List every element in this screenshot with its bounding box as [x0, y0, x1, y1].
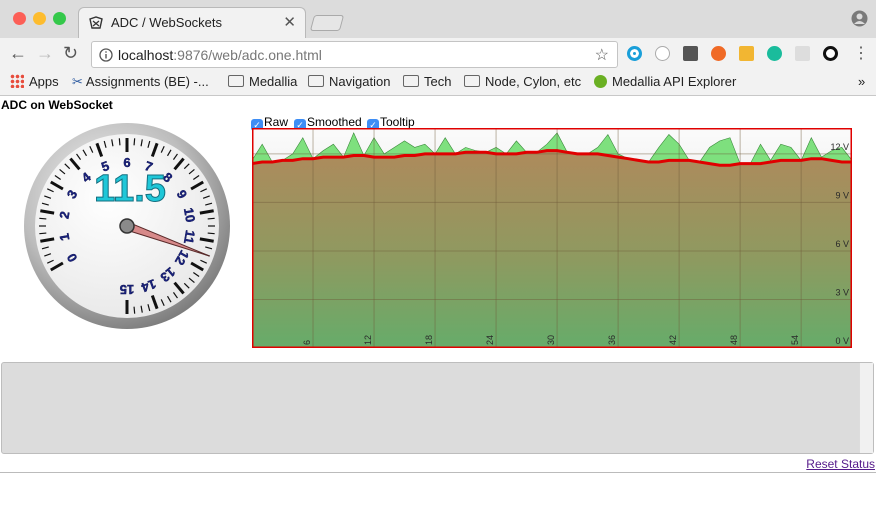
- minimize-window-button[interactable]: [33, 12, 46, 25]
- gauge-tick: [118, 138, 121, 146]
- voltage-chart[interactable]: 0 V 3 V 6 V 9 V 12 V 6 12 18 24 30 36 42 48 54: [252, 128, 852, 348]
- gauge-tick: [207, 232, 215, 235]
- extension-icon-2[interactable]: [655, 46, 670, 61]
- bookmark-medallia-api[interactable]: Medallia API Explorer: [594, 74, 736, 89]
- gauge-tick: [207, 217, 215, 220]
- tab-title: ADC / WebSockets: [111, 15, 223, 30]
- bookmarks-overflow-button[interactable]: »: [858, 74, 865, 89]
- folder-icon: [464, 75, 480, 87]
- page-title: ADC on WebSocket: [1, 98, 113, 112]
- reload-button[interactable]: ↻: [63, 43, 78, 64]
- gauge-tick-label: 11: [181, 229, 198, 245]
- smoothed-series-area: [252, 150, 852, 348]
- info-icon[interactable]: [99, 48, 113, 62]
- bookmark-tech[interactable]: Tech: [403, 74, 451, 89]
- status-panel-scrollbar[interactable]: [859, 363, 873, 453]
- y-axis-label: 12 V: [830, 142, 849, 152]
- y-axis-label: 0 V: [835, 336, 849, 346]
- tab-favicon-icon: [89, 16, 103, 29]
- folder-icon: [228, 75, 244, 87]
- x-axis-label: 12: [363, 335, 373, 345]
- x-axis-label: 36: [607, 335, 617, 345]
- gauge-value-readout: 11.5: [94, 168, 166, 210]
- extension-icon-7[interactable]: [795, 46, 810, 61]
- address-bar[interactable]: localhost:9876/web/adc.one.html ☆: [91, 41, 618, 68]
- extension-icon-8[interactable]: [823, 46, 838, 61]
- voltage-gauge: 012345 6 789101112131415 11.5: [24, 123, 230, 329]
- bookmarks-bar: Apps ✂ Assignments (BE) -... Medallia Nav…: [0, 70, 876, 96]
- bookmark-assignments[interactable]: ✂ Assignments (BE) -...: [72, 74, 209, 90]
- forward-button[interactable]: →: [36, 43, 54, 64]
- folder-icon: [403, 75, 419, 87]
- bookmark-node-cylon[interactable]: Node, Cylon, etc: [464, 74, 581, 89]
- x-axis-label: 6: [302, 340, 312, 345]
- browser-tab[interactable]: ADC / WebSockets ✕: [78, 7, 306, 38]
- new-tab-button[interactable]: [309, 15, 345, 31]
- x-axis-label: 54: [790, 335, 800, 345]
- scissors-icon: ✂: [72, 74, 83, 89]
- extension-icon-3[interactable]: [683, 46, 698, 61]
- gauge-tick: [39, 217, 47, 220]
- apps-grid-icon: [10, 74, 24, 88]
- extension-icon-6[interactable]: [767, 46, 782, 61]
- x-axis-label: 30: [546, 335, 556, 345]
- bookmark-medallia[interactable]: Medallia: [228, 74, 297, 89]
- bookmark-apps[interactable]: Apps: [10, 74, 59, 89]
- y-axis-label: 9 V: [835, 190, 849, 200]
- gauge-tick: [133, 306, 136, 314]
- y-axis-label: 3 V: [835, 287, 849, 297]
- maximize-window-button[interactable]: [53, 12, 66, 25]
- close-window-button[interactable]: [13, 12, 26, 25]
- browser-toolbar: ← → ↻ localhost:9876/web/adc.one.html ☆ …: [0, 38, 876, 70]
- tab-close-icon[interactable]: ✕: [283, 13, 296, 31]
- bookmark-navigation[interactable]: Navigation: [308, 74, 390, 89]
- profile-icon[interactable]: [851, 10, 868, 27]
- x-axis-label: 48: [729, 335, 739, 345]
- gauge-tick: [133, 138, 136, 146]
- extension-icon-4[interactable]: [711, 46, 726, 61]
- extension-icon-1[interactable]: [627, 46, 642, 61]
- x-axis-label: 42: [668, 335, 678, 345]
- reset-status-link[interactable]: Reset Status: [806, 457, 875, 471]
- y-axis-label: 6 V: [835, 239, 849, 249]
- x-axis-label: 24: [485, 335, 495, 345]
- url-text: localhost:9876/web/adc.one.html: [118, 47, 322, 63]
- gauge-tick-label: 10: [181, 207, 198, 224]
- api-explorer-icon: [594, 75, 607, 88]
- gauge-tick-label: 15: [120, 282, 134, 297]
- gauge-tick: [39, 232, 47, 235]
- menu-icon[interactable]: ⋮: [853, 43, 869, 63]
- browser-titlebar: ADC / WebSockets ✕: [0, 0, 876, 38]
- folder-icon: [308, 75, 324, 87]
- extension-icon-5[interactable]: [739, 46, 754, 61]
- bookmark-star-icon[interactable]: ☆: [595, 45, 609, 65]
- back-button[interactable]: ←: [9, 43, 27, 64]
- status-panel[interactable]: [1, 362, 874, 454]
- x-axis-label: 18: [424, 335, 434, 345]
- divider: [0, 472, 876, 473]
- gauge-hub: [119, 218, 135, 234]
